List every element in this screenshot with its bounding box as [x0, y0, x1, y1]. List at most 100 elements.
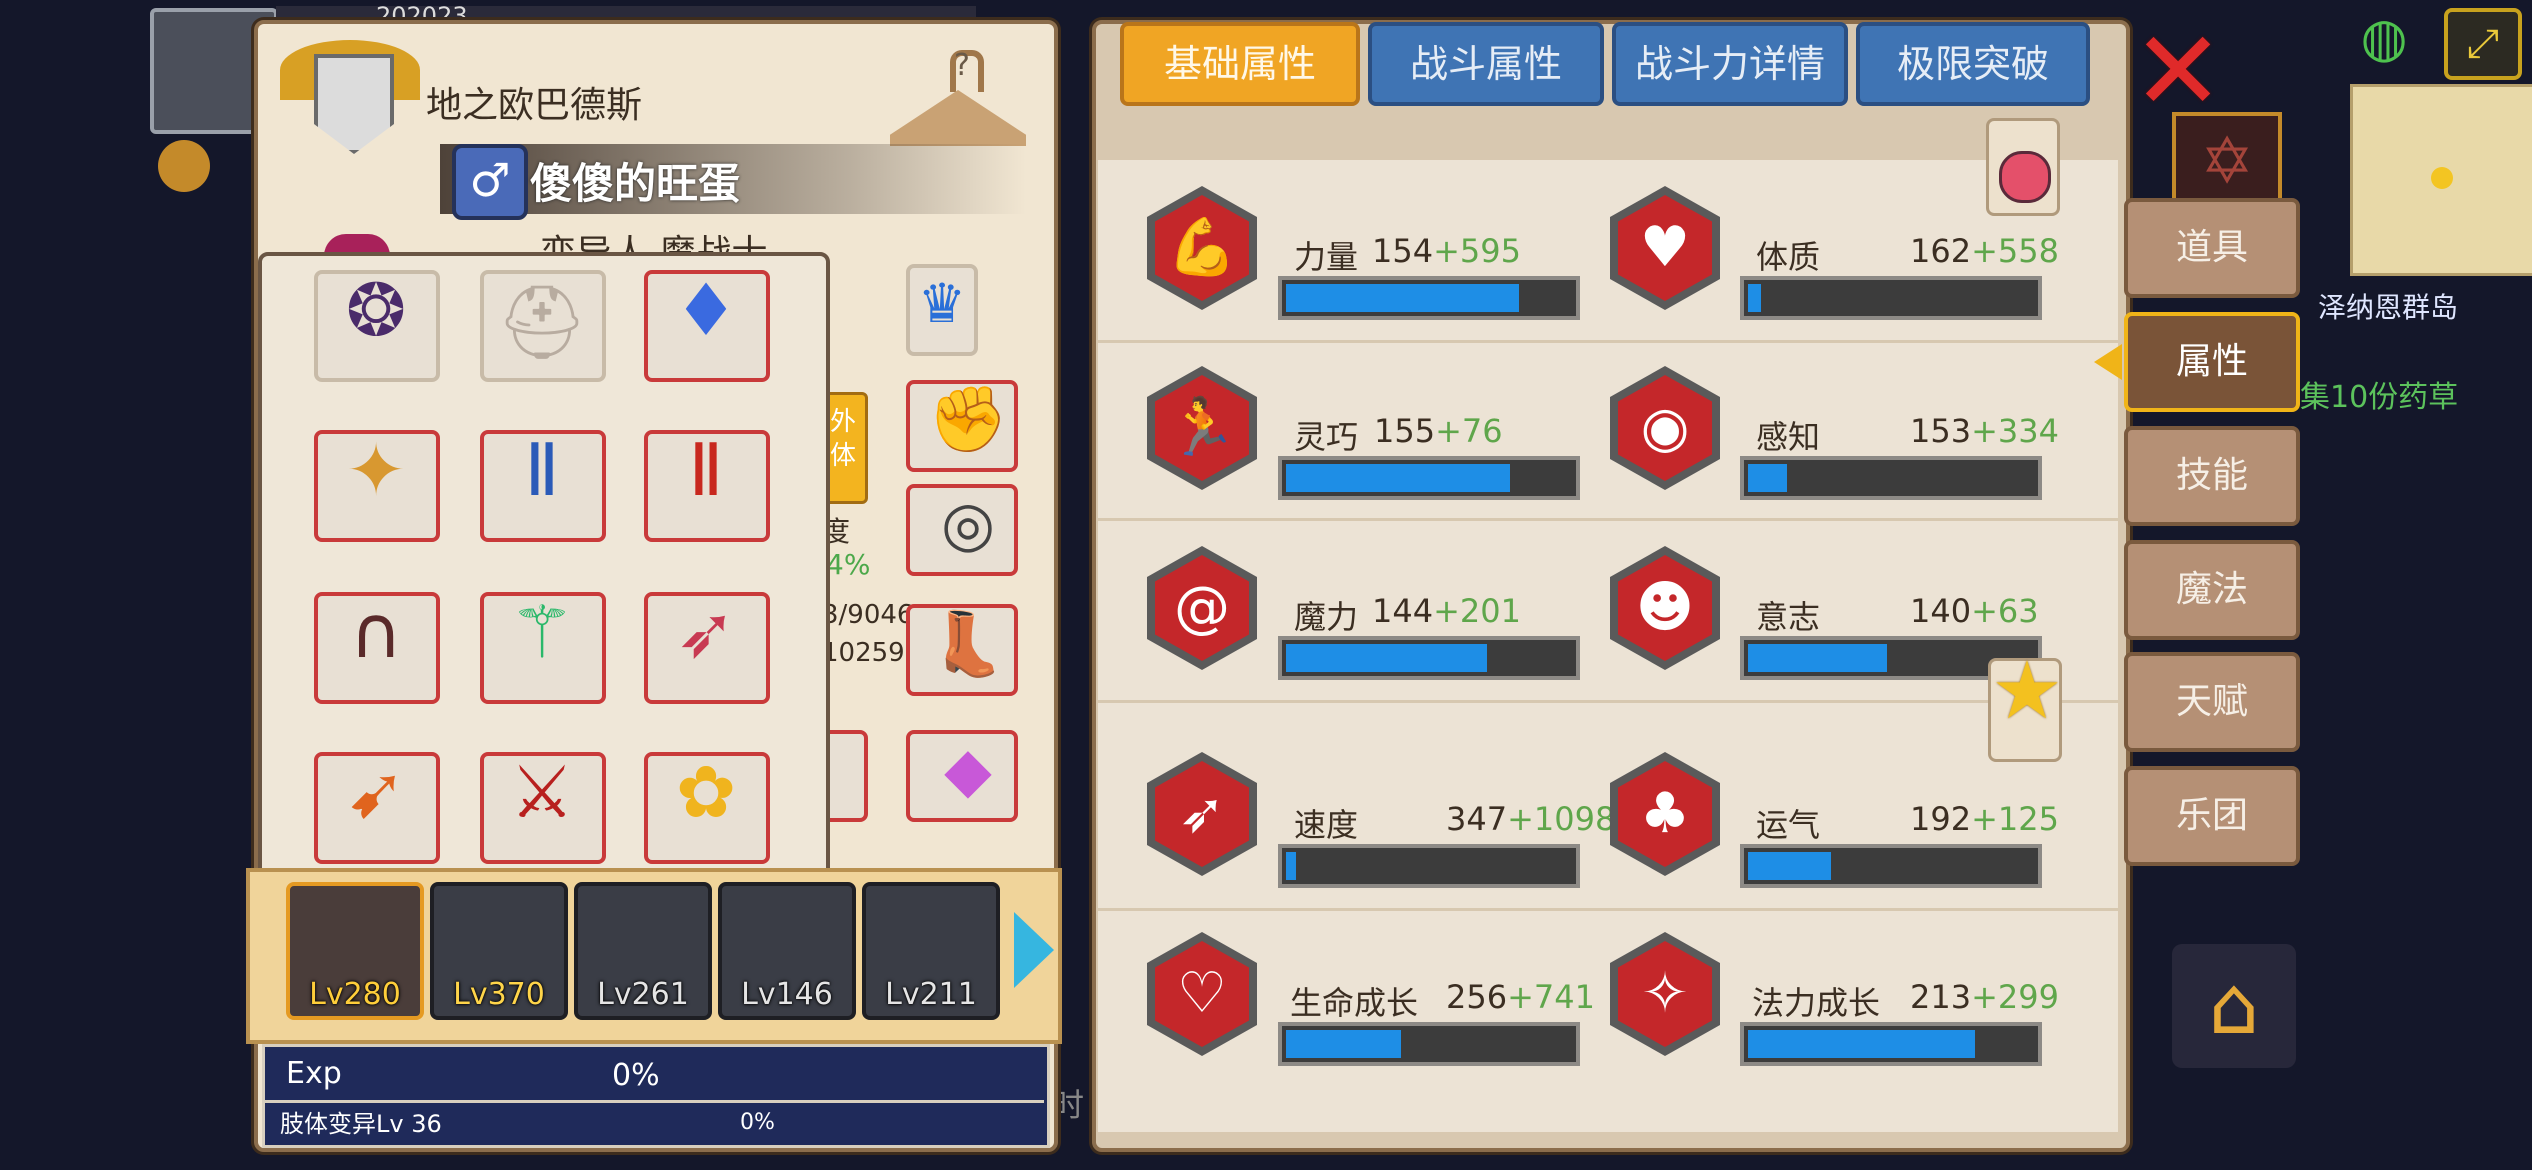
map-marker-icon — [2431, 167, 2453, 189]
stat-bar-speed — [1278, 844, 1580, 888]
equip-slot-spear[interactable]: ➹ — [314, 750, 440, 864]
exp-percent: 0% — [612, 1058, 660, 1093]
red-robe-icon: Ⅱ — [688, 428, 724, 512]
partial-percent: 4% — [826, 548, 871, 581]
dagger-icon: ⚔ — [509, 750, 575, 834]
stat-value-dexterity: 155+76 — [1374, 412, 1503, 450]
stat-label-speed: 速度 — [1294, 806, 1359, 844]
potion-button[interactable] — [1986, 118, 2060, 216]
side-tab-band[interactable]: 乐团 — [2124, 766, 2300, 866]
character-title: 地之欧巴德斯 — [426, 85, 643, 126]
side-tab-skills[interactable]: 技能 — [2124, 426, 2300, 526]
boots-icon: 👢 — [929, 607, 1007, 680]
equip-slot-bow[interactable]: ➶ — [644, 590, 770, 704]
close-icon[interactable]: ✕ — [2132, 16, 2224, 126]
stat-bar-fill — [1748, 284, 1761, 312]
side-tab-magic[interactable]: 魔法 — [2124, 540, 2300, 640]
mutation-percent: 0% — [740, 1110, 775, 1135]
equip-slot-necklace[interactable]: ♦ — [644, 268, 770, 382]
stat-bar-fill — [1286, 464, 1511, 492]
stat-bar-fill — [1748, 464, 1788, 492]
party-member-level: Lv146 — [741, 977, 833, 1012]
stat-label-constitution: 体质 — [1756, 238, 1821, 276]
equip-slot-helmet[interactable]: ❂ — [314, 268, 440, 382]
stat-label-luck: 运气 — [1756, 806, 1821, 844]
stat-label-mana-growth: 法力成长 — [1752, 984, 1881, 1022]
crown-icon: ♛ — [917, 272, 967, 335]
belt-icon: ◎ — [940, 487, 996, 560]
stat-bar-fill — [1286, 284, 1520, 312]
stat-value-strength: 154+595 — [1372, 232, 1521, 270]
side-tab-attributes[interactable]: 属性 — [2124, 312, 2300, 412]
equip-slot-gloves[interactable]: ✊ — [906, 380, 1018, 472]
gauntlet-icon: ✊ — [928, 383, 1008, 457]
stat-bar-perception — [1740, 456, 2042, 500]
equip-slot-belt[interactable]: ◎ — [906, 484, 1018, 576]
stat-value-perception: 153+334 — [1910, 412, 2059, 450]
fullscreen-toggle-icon[interactable]: ⤢ — [2444, 8, 2522, 80]
tab-combat-power-details[interactable]: 战斗力详情 — [1612, 22, 1848, 106]
network-globe-icon[interactable]: ◍ — [2348, 8, 2420, 68]
spear-icon: ➹ — [345, 750, 407, 834]
party-member-level: Lv211 — [885, 977, 977, 1012]
stat-bar-dexterity — [1278, 456, 1580, 500]
stat-label-dexterity: 灵巧 — [1294, 418, 1359, 456]
equip-slot-robe[interactable]: Ⅱ — [644, 428, 770, 542]
dark-helmet-icon: ❂ — [345, 268, 407, 352]
potion-icon — [1999, 151, 2051, 203]
stat-bar-fill — [1748, 644, 1887, 672]
partial-value-1: 3/9046 — [822, 600, 914, 630]
stat-value-mana-growth: 213+299 — [1910, 978, 2059, 1016]
party-member-level: Lv280 — [309, 977, 401, 1012]
stat-value-life-growth: 256+741 — [1446, 978, 1595, 1016]
stat-bar-life-growth — [1278, 1022, 1580, 1066]
party-member-level: Lv261 — [597, 977, 689, 1012]
stat-label-magic: 魔力 — [1294, 598, 1359, 636]
rank-emblem-icon — [280, 30, 420, 154]
tab-basic-attributes[interactable]: 基础属性 — [1120, 22, 1360, 106]
party-member-3[interactable]: Lv261 — [574, 882, 712, 1020]
outfit-hanger-icon[interactable]: ? — [884, 44, 1034, 154]
side-tab-items[interactable]: 道具 — [2124, 198, 2300, 298]
stat-bar-strength — [1278, 276, 1580, 320]
equip-slot-chicken[interactable]: ✿ — [644, 750, 770, 864]
party-member-2[interactable]: Lv370 — [430, 882, 568, 1020]
equip-slot-armor[interactable]: Ⅱ — [480, 428, 606, 542]
party-member-level: Lv370 — [453, 977, 545, 1012]
sleep-building-icon[interactable]: ⌂ — [2172, 944, 2296, 1068]
minimap[interactable] — [2350, 84, 2532, 276]
stat-bar-constitution — [1740, 276, 2042, 320]
side-tab-talent[interactable]: 天赋 — [2124, 652, 2300, 752]
stat-label-perception: 感知 — [1756, 418, 1821, 456]
tab-limit-break[interactable]: 极限突破 — [1856, 22, 2090, 106]
equip-slot-amulet[interactable]: ✦ — [314, 428, 440, 542]
stat-bar-fill — [1286, 852, 1296, 880]
equip-slot-cape[interactable]: ∩ — [314, 590, 440, 704]
star-button[interactable]: ★ — [1988, 651, 2063, 762]
equip-slot-boots[interactable]: 👢 — [906, 604, 1018, 696]
stat-bar-fill — [1286, 644, 1487, 672]
character-name[interactable]: 傻傻的旺蛋 — [530, 150, 740, 211]
gem-icon: ◆ — [944, 733, 992, 806]
buff-icon[interactable] — [158, 140, 210, 192]
stat-value-constitution: 162+558 — [1910, 232, 2059, 270]
tab-combat-attributes[interactable]: 战斗属性 — [1368, 22, 1604, 106]
exp-label: Exp — [286, 1056, 342, 1091]
equip-slot-empty-helmet[interactable]: ⛑ — [480, 270, 606, 382]
quest-tracker-text[interactable]: 集10份药草 — [2300, 372, 2458, 416]
party-member-1[interactable]: Lv280 — [286, 882, 424, 1020]
equip-slot-staff[interactable]: ⚚ — [480, 590, 606, 704]
stat-bar-magic — [1278, 636, 1580, 680]
stat-value-magic: 144+201 — [1372, 592, 1521, 630]
stat-bar-fill — [1748, 1030, 1976, 1058]
equip-slot-helm-right[interactable]: ♛ — [906, 264, 978, 356]
party-member-5[interactable]: Lv211 — [862, 882, 1000, 1020]
row-divider — [1098, 700, 2122, 703]
equip-slot-gem[interactable]: ◆ — [906, 730, 1018, 822]
equip-slot-dagger[interactable]: ⚔ — [480, 750, 606, 864]
amulet-icon: ✦ — [345, 428, 407, 512]
stat-value-speed: 347+1098 — [1446, 800, 1616, 838]
party-member-4[interactable]: Lv146 — [718, 882, 856, 1020]
stat-bar-fill — [1286, 1030, 1402, 1058]
map-label: 泽纳恩群岛 — [2318, 291, 2459, 324]
